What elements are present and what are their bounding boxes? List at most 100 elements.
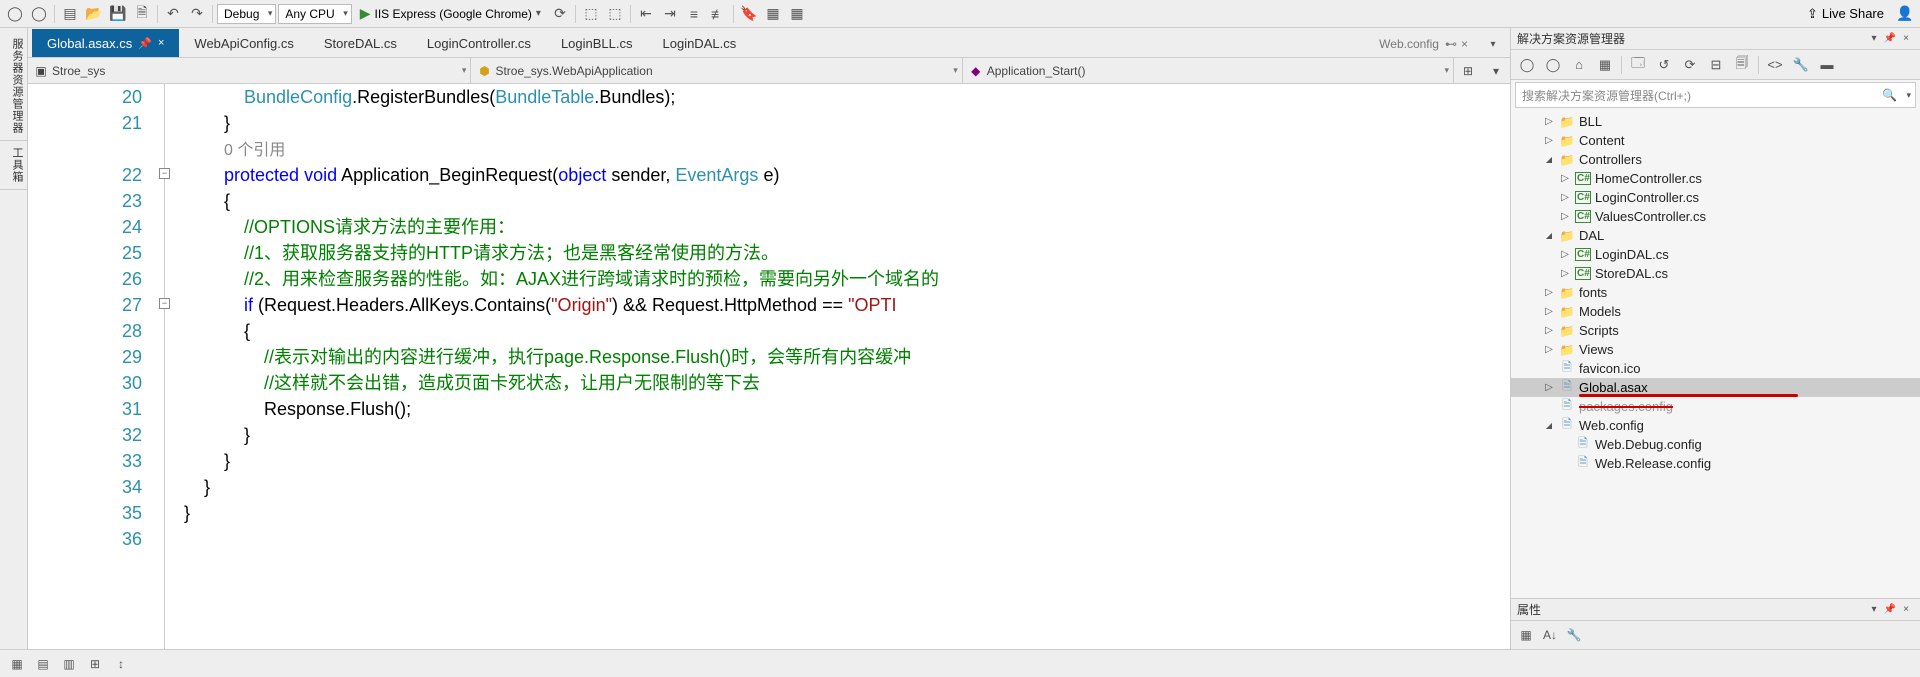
code-line[interactable]: //OPTIONS请求方法的主要作用： xyxy=(184,214,1510,240)
tree-node[interactable]: 🗎Web.Debug.config xyxy=(1511,435,1920,454)
open-icon[interactable]: 📂 xyxy=(83,3,105,25)
comment-icon[interactable]: ≡ xyxy=(683,3,705,25)
code-line[interactable]: protected void Application_BeginRequest(… xyxy=(184,162,1510,188)
code-content[interactable]: BundleConfig.RegisterBundles(BundleTable… xyxy=(184,84,1510,649)
browser-refresh-icon[interactable]: ⟳ xyxy=(549,3,571,25)
status-icon[interactable]: ⊞ xyxy=(84,653,106,675)
tree-node[interactable]: 🗎Global.asax xyxy=(1511,378,1920,397)
tree-node[interactable]: C#StoreDAL.cs xyxy=(1511,264,1920,283)
status-icon[interactable]: ▤ xyxy=(32,653,54,675)
code-line[interactable]: Response.Flush(); xyxy=(184,396,1510,422)
expand-icon[interactable]: ▾ xyxy=(1482,58,1510,83)
document-tab[interactable]: WebApiConfig.cs xyxy=(179,29,308,57)
code-line[interactable]: BundleConfig.RegisterBundles(BundleTable… xyxy=(184,84,1510,110)
tree-arrow-icon[interactable] xyxy=(1543,344,1555,355)
code-line[interactable]: 0 个引用 xyxy=(184,136,1510,162)
new-project-icon[interactable]: ▤ xyxy=(59,3,81,25)
close-icon[interactable]: × xyxy=(1898,33,1914,44)
bookmark-icon[interactable]: ▦ xyxy=(762,3,784,25)
tree-arrow-icon[interactable] xyxy=(1559,192,1571,203)
close-icon[interactable]: × xyxy=(1898,604,1914,615)
save-all-icon[interactable]: 🗎 xyxy=(131,3,153,25)
code-line[interactable]: //这样就不会出错，造成页面卡死状态，让用户无限制的等下去 xyxy=(184,370,1510,396)
overflow-tab[interactable]: Web.config ⊷ × xyxy=(1369,31,1478,57)
forward-icon[interactable]: ◯ xyxy=(1541,53,1565,77)
code-line[interactable]: //2、用来检查服务器的性能。如：AJAX进行跨域请求时的预检，需要向另外一个域… xyxy=(184,266,1510,292)
tree-arrow-icon[interactable] xyxy=(1559,249,1571,260)
tree-arrow-icon[interactable] xyxy=(1543,135,1555,146)
tree-arrow-icon[interactable] xyxy=(1543,116,1555,127)
close-icon[interactable]: × xyxy=(158,37,164,49)
save-icon[interactable]: 💾 xyxy=(107,3,129,25)
show-all-icon[interactable]: ↺ xyxy=(1652,53,1676,77)
code-line[interactable]: { xyxy=(184,188,1510,214)
uncomment-icon[interactable]: ≢ xyxy=(707,3,729,25)
tree-arrow-icon[interactable] xyxy=(1559,268,1571,279)
member-combo[interactable]: ◆ Application_Start() xyxy=(963,58,1454,83)
tree-node[interactable]: C#LoginController.cs xyxy=(1511,188,1920,207)
chevron-down-icon[interactable]: ▾ xyxy=(1906,90,1911,101)
wrench-icon[interactable]: 🔧 xyxy=(1789,53,1813,77)
code-line[interactable]: } xyxy=(184,500,1510,526)
document-tab[interactable]: StoreDAL.cs xyxy=(309,29,412,57)
code-line[interactable]: //表示对输出的内容进行缓冲，执行page.Response.Flush()时，… xyxy=(184,344,1510,370)
document-tab[interactable]: LoginController.cs xyxy=(412,29,546,57)
live-share-button[interactable]: ⇪ Live Share xyxy=(1799,6,1892,22)
code-line[interactable]: } xyxy=(184,110,1510,136)
tree-node[interactable]: 📁Content xyxy=(1511,131,1920,150)
tree-node[interactable]: 📁Controllers xyxy=(1511,150,1920,169)
panel-dropdown-icon[interactable]: ▾ xyxy=(1866,33,1882,44)
pin-icon[interactable]: 📌 xyxy=(1882,33,1898,44)
close-icon[interactable]: × xyxy=(1461,37,1468,51)
tree-node[interactable]: C#ValuesController.cs xyxy=(1511,207,1920,226)
code-line[interactable]: } xyxy=(184,474,1510,500)
scope-combo[interactable]: ▣ Stroe_sys xyxy=(28,58,471,83)
tree-arrow-icon[interactable] xyxy=(1559,173,1571,184)
server-explorer-tab[interactable]: 服务器资源管理器 xyxy=(0,32,27,141)
status-icon[interactable]: ↕ xyxy=(110,653,132,675)
tree-arrow-icon[interactable] xyxy=(1543,306,1555,317)
indent-icon[interactable]: ⇤ xyxy=(635,3,657,25)
copy-icon[interactable]: 🗐 xyxy=(1730,53,1754,77)
tree-node[interactable]: 📁fonts xyxy=(1511,283,1920,302)
refresh-icon[interactable]: ⟳ xyxy=(1678,53,1702,77)
code-line[interactable] xyxy=(184,526,1510,552)
pin-icon[interactable]: 📌 xyxy=(1882,604,1898,615)
tree-node[interactable]: C#HomeController.cs xyxy=(1511,169,1920,188)
class-combo[interactable]: ⬢ Stroe_sys.WebApiApplication xyxy=(471,58,962,83)
status-icon[interactable]: ▦ xyxy=(6,653,28,675)
home-icon[interactable]: ⌂ xyxy=(1567,53,1591,77)
bookmark-icon[interactable]: ▦ xyxy=(786,3,808,25)
tree-node[interactable]: 🗎Web.config xyxy=(1511,416,1920,435)
outdent-icon[interactable]: ⇥ xyxy=(659,3,681,25)
tree-node[interactable]: 📁Models xyxy=(1511,302,1920,321)
preview-icon[interactable]: ▬ xyxy=(1815,53,1839,77)
run-button[interactable]: ▶ IIS Express (Google Chrome) ▾ xyxy=(354,3,547,25)
undo-icon[interactable]: ↶ xyxy=(162,3,184,25)
tree-arrow-icon[interactable] xyxy=(1559,211,1571,222)
pin-icon[interactable]: 📌 xyxy=(138,37,152,50)
solution-tree[interactable]: 📁BLL📁Content📁ControllersC#HomeController… xyxy=(1511,110,1920,598)
tree-node[interactable]: 🗎packages.config xyxy=(1511,397,1920,416)
nav-back-icon[interactable]: ◯ xyxy=(4,3,26,25)
solution-view-icon[interactable]: 🗔 xyxy=(1626,53,1650,77)
sync-icon[interactable]: ▦ xyxy=(1593,53,1617,77)
code-line[interactable]: { xyxy=(184,318,1510,344)
tree-arrow-icon[interactable] xyxy=(1543,230,1555,241)
bookmark-icon[interactable]: 🔖 xyxy=(738,3,760,25)
tree-node[interactable]: 📁Views xyxy=(1511,340,1920,359)
pin-icon[interactable]: ⊷ xyxy=(1445,37,1457,51)
tool-icon[interactable]: ⬚ xyxy=(580,3,602,25)
search-icon[interactable]: 🔍 xyxy=(1882,88,1897,102)
code-line[interactable]: } xyxy=(184,422,1510,448)
back-icon[interactable]: ◯ xyxy=(1515,53,1539,77)
collapse-toggle-icon[interactable]: − xyxy=(159,168,170,179)
platform-dropdown[interactable]: Any CPU xyxy=(278,4,351,24)
solution-explorer-title-bar[interactable]: 解决方案资源管理器 ▾ 📌 × xyxy=(1511,28,1920,50)
document-tab[interactable]: LoginDAL.cs xyxy=(648,29,752,57)
tree-node[interactable]: 📁DAL xyxy=(1511,226,1920,245)
tree-arrow-icon[interactable] xyxy=(1543,287,1555,298)
solution-search-input[interactable]: 搜索解决方案资源管理器(Ctrl+;) 🔍 ▾ xyxy=(1515,82,1916,108)
document-tab[interactable]: LoginBLL.cs xyxy=(546,29,648,57)
collapse-all-icon[interactable]: ⊟ xyxy=(1704,53,1728,77)
